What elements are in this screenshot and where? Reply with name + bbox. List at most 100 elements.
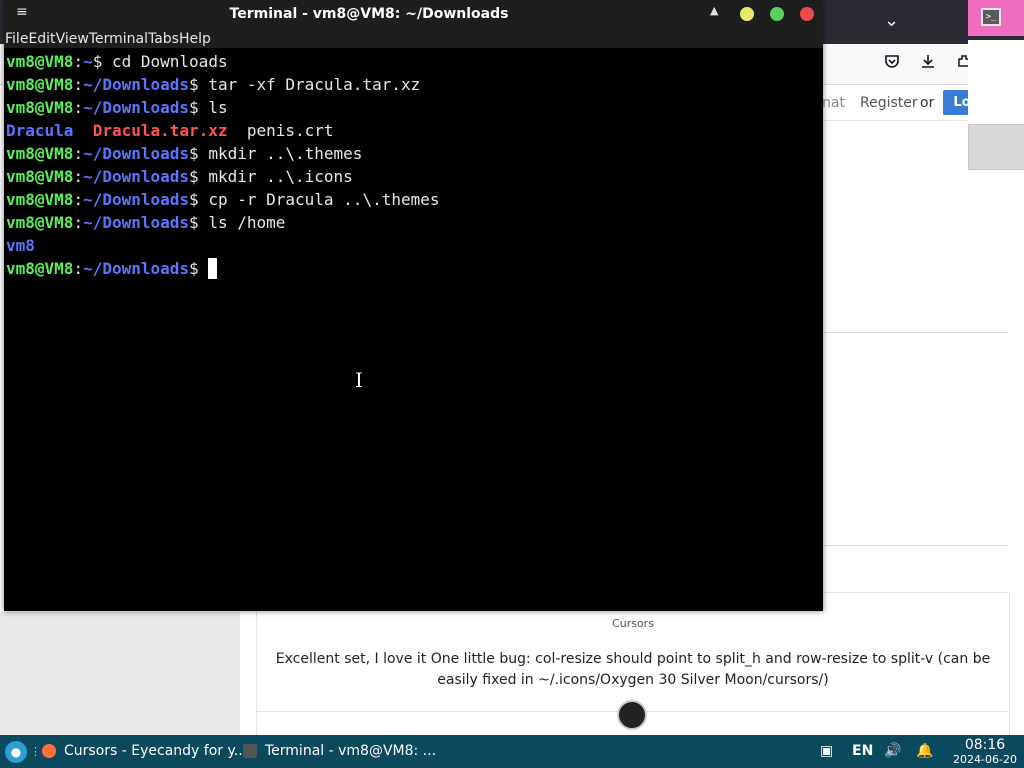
task-label: Cursors - Eyecandy for y... [64, 743, 248, 759]
side-panel-box [968, 124, 1024, 170]
prompt-sep: : [73, 75, 84, 94]
side-panel [968, 40, 1024, 124]
terminal-line: vm8@VM8:~/Downloads$ cp -r Dracula ..\.t… [6, 188, 821, 211]
prompt-symbol: $ [189, 144, 209, 163]
prompt-sep: : [73, 98, 84, 117]
download-icon[interactable] [916, 52, 940, 76]
command-text: cp -r Dracula ..\.themes [208, 190, 440, 209]
maximize-button[interactable] [770, 7, 784, 21]
menu-edit[interactable]: Edit [28, 29, 55, 49]
or-text: or [920, 95, 935, 111]
prompt-symbol: $ [189, 98, 209, 117]
close-button[interactable] [800, 7, 814, 21]
prompt-path: ~/Downloads [83, 75, 190, 94]
terminal-output[interactable]: vm8@VM8:~$ cd Downloads vm8@VM8:~/Downloa… [6, 50, 821, 608]
keyboard-layout[interactable]: EN [852, 735, 873, 768]
prompt-path: ~/Downloads [83, 167, 190, 186]
terminal-line: vm8@VM8:~$ cd Downloads [6, 50, 821, 73]
window-list-icon[interactable]: ▣ [820, 735, 833, 768]
avatar[interactable] [617, 700, 647, 730]
prompt-user: vm8@VM8 [6, 75, 74, 94]
terminal-launcher-widget[interactable]: >_ [968, 0, 1024, 36]
prompt-user: vm8@VM8 [6, 213, 74, 232]
command-text: tar -xf Dracula.tar.xz [208, 75, 421, 94]
menu-terminal[interactable]: Terminal [89, 29, 148, 49]
prompt-path: ~ [83, 52, 93, 71]
page-left-margin [0, 612, 240, 735]
terminal-icon: >_ [981, 8, 1001, 26]
firefox-icon [42, 744, 56, 758]
terminal-cursor [208, 258, 218, 279]
terminal-line: vm8@VM8:~/Downloads$ [6, 257, 821, 280]
clock[interactable]: 08:16 2024-06-20 [950, 737, 1020, 766]
comment-text: Excellent set, I love it One little bug:… [275, 651, 991, 688]
text-cursor-icon: I [355, 368, 363, 392]
show-desktop-icon[interactable]: ⋮ [30, 735, 41, 768]
divider [822, 545, 1008, 546]
tab-list-chevron-icon[interactable]: ⌄ [884, 10, 899, 31]
app-menu-icon[interactable]: ● [5, 741, 27, 763]
taskbar-task-terminal[interactable]: Terminal - vm8@VM8: ... [243, 735, 436, 768]
terminal-line: vm8@VM8:~/Downloads$ mkdir ..\.icons [6, 165, 821, 188]
command-text: mkdir ..\.icons [208, 167, 353, 186]
prompt-user: vm8@VM8 [6, 144, 74, 163]
taskbar: ● ⋮ Cursors - Eyecandy for y... Terminal… [0, 735, 1024, 768]
prompt-user: vm8@VM8 [6, 259, 74, 278]
task-label: Terminal - vm8@VM8: ... [265, 743, 437, 759]
terminal-line: vm8@VM8:~/Downloads$ ls [6, 96, 821, 119]
prompt-sep: : [73, 259, 84, 278]
pocket-icon[interactable] [880, 52, 904, 76]
prompt-sep: : [73, 213, 84, 232]
prompt-sep: : [73, 167, 84, 186]
prompt-symbol: $ [189, 213, 209, 232]
header-link-partial[interactable]: nat [822, 95, 845, 111]
ls-gap [73, 121, 92, 140]
prompt-path: ~/Downloads [83, 259, 190, 278]
prompt-user: vm8@VM8 [6, 190, 74, 209]
ls-gap [228, 121, 247, 140]
command-text: ls /home [208, 213, 286, 232]
prompt-sep: : [73, 144, 84, 163]
clock-date: 2024-06-20 [953, 753, 1017, 766]
menu-file[interactable]: File [5, 29, 28, 49]
prompt-sep: : [73, 190, 84, 209]
prompt-user: vm8@VM8 [6, 52, 74, 71]
volume-icon[interactable]: 🔊 [884, 735, 901, 768]
prompt-path: ~/Downloads [83, 144, 190, 163]
prompt-sep: : [73, 52, 84, 71]
comment-category[interactable]: Cursors [257, 617, 1009, 630]
command-text: ls [208, 98, 228, 117]
menu-tabs[interactable]: Tabs [148, 29, 179, 49]
terminal-line: Dracula Dracula.tar.xz penis.crt [6, 119, 821, 142]
prompt-symbol: $ [189, 190, 209, 209]
menu-view[interactable]: View [56, 29, 89, 49]
terminal-line: vm8@VM8:~/Downloads$ tar -xf Dracula.tar… [6, 73, 821, 96]
terminal-line: vm8 [6, 234, 821, 257]
terminal-menubar: FileEditViewTerminalTabsHelp [4, 28, 823, 48]
prompt-path: ~/Downloads [83, 190, 190, 209]
ls-entry-directory: Dracula [6, 121, 74, 140]
command-text: cd Downloads [111, 52, 228, 71]
prompt-user: vm8@VM8 [6, 98, 74, 117]
taskbar-task-browser[interactable]: Cursors - Eyecandy for y... [42, 735, 247, 768]
menu-help[interactable]: Help [179, 29, 211, 49]
comment-card: Cursors Excellent set, I love it One lit… [256, 592, 1010, 737]
terminal-line: vm8@VM8:~/Downloads$ mkdir ..\.themes [6, 142, 821, 165]
command-text: mkdir ..\.themes [208, 144, 363, 163]
terminal-line: vm8@VM8:~/Downloads$ ls /home [6, 211, 821, 234]
minimize-button[interactable] [740, 7, 754, 21]
divider [822, 332, 1008, 333]
register-link[interactable]: Register [860, 95, 918, 111]
prompt-symbol: $ [189, 75, 209, 94]
prompt-symbol: $ [92, 52, 112, 71]
window-title: Terminal - vm8@VM8: ~/Downloads [229, 6, 509, 22]
terminal-titlebar[interactable]: ≡ Terminal - vm8@VM8: ~/Downloads ▲ [4, 0, 823, 28]
ls-entry-archive: Dracula.tar.xz [92, 121, 228, 140]
prompt-path: ~/Downloads [83, 98, 190, 117]
shade-up-icon[interactable]: ▲ [710, 4, 718, 17]
ls-entry-file: penis.crt [246, 121, 334, 140]
notifications-icon[interactable]: 🔔 [916, 735, 933, 768]
terminal-window: ≡ Terminal - vm8@VM8: ~/Downloads ▲ File… [4, 0, 823, 611]
prompt-path: ~/Downloads [83, 213, 190, 232]
prompt-user: vm8@VM8 [6, 167, 74, 186]
